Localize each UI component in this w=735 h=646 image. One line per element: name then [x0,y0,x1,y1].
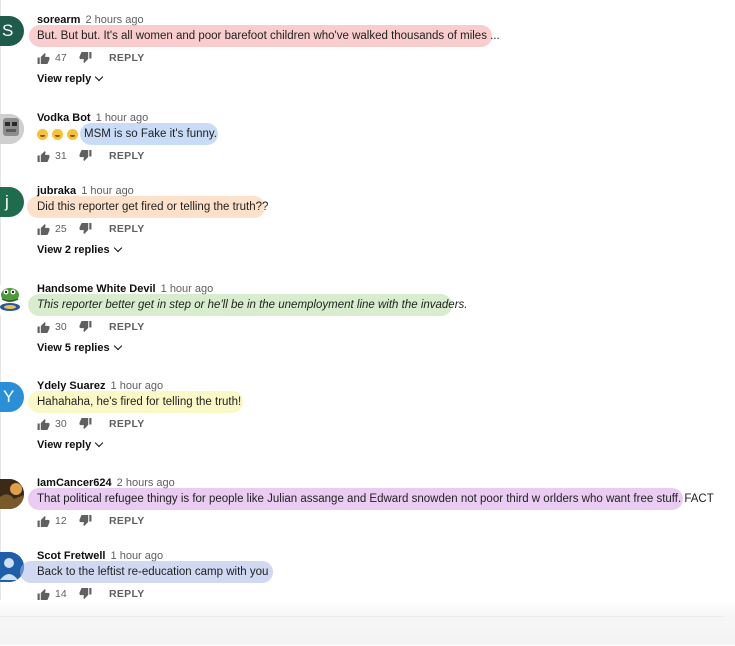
avatar[interactable] [0,114,24,144]
like-count: 30 [55,321,67,333]
laughing-emoji-icon [67,129,78,140]
thumbs-down-icon[interactable] [79,588,92,600]
comment-text: But. But but. It's all women and poor ba… [37,30,500,42]
divider [0,616,725,617]
like-count: 31 [55,150,67,162]
thumbs-up-icon[interactable] [37,418,50,430]
thumbs-down-icon[interactable] [79,418,92,430]
reply-button[interactable]: REPLY [109,320,145,334]
comment-item: j jubraka 1 hour ago Did this reporter g… [0,184,735,281]
frog-avatar-icon [0,288,20,311]
bottom-shade [0,600,735,645]
view-replies-label: View 2 replies [37,244,110,256]
view-replies-button[interactable]: View reply [37,72,104,86]
comment-item: Handsome White Devil 1 hour ago This rep… [0,282,735,379]
like-count: 47 [55,52,67,64]
chevron-down-icon [113,341,122,351]
comment-text: That political refugee thingy is for peo… [37,493,714,505]
comment-item: S sorearm 2 hours ago But. But but. It's… [0,13,735,110]
laughing-emoji-icon [37,129,48,140]
robot-avatar-icon [0,114,24,144]
avatar-letter: Y [3,387,15,406]
comment-text: Back to the leftist re-education camp wi… [37,566,269,578]
view-replies-button[interactable]: View reply [37,438,104,452]
chevron-down-icon [113,243,122,253]
reply-button[interactable]: REPLY [109,149,145,163]
comment-text: MSM is so Fake it's funny. [84,128,217,140]
view-replies-button[interactable]: View 5 replies [37,341,122,355]
avatar-letter: j [5,192,9,211]
photo-avatar-icon [0,479,24,509]
thumbs-down-icon[interactable] [79,150,92,162]
comment-text: Did this reporter get fired or telling t… [37,201,269,213]
comment-text: Hahahaha, he's fired for telling the tru… [37,396,242,408]
view-replies-label: View reply [37,73,92,85]
reply-button[interactable]: REPLY [109,222,145,236]
avatar[interactable]: Y [0,382,24,412]
avatar[interactable]: S [0,16,24,46]
avatar[interactable] [0,479,24,509]
like-count: 12 [55,515,67,527]
thumbs-down-icon[interactable] [79,515,92,527]
reply-button[interactable]: REPLY [109,417,145,431]
thumbs-up-icon[interactable] [37,223,50,235]
thumbs-up-icon[interactable] [37,150,50,162]
thumbs-down-icon[interactable] [79,52,92,64]
thumbs-up-icon[interactable] [37,515,50,527]
comment-text: This reporter better get in step or he'l… [37,299,468,311]
smiling-emoji-icon [52,129,63,140]
comment-author[interactable]: Vodka Bot [37,112,91,124]
chevron-down-icon [94,72,104,82]
avatar[interactable]: j [0,187,24,217]
thumbs-up-icon[interactable] [37,588,50,600]
like-count: 25 [55,223,67,235]
reply-button[interactable]: REPLY [109,587,145,601]
thumbs-down-icon[interactable] [79,223,92,235]
thumbs-up-icon[interactable] [37,321,50,333]
avatar[interactable] [0,285,24,315]
avatar-letter: S [2,21,14,40]
thumbs-up-icon[interactable] [37,52,50,64]
like-count: 30 [55,418,67,430]
reply-button[interactable]: REPLY [109,514,145,528]
reply-button[interactable]: REPLY [109,51,145,65]
comment-item: Y Ydely Suarez 1 hour ago Hahahaha, he's… [0,379,735,476]
thumbs-down-icon[interactable] [79,321,92,333]
chevron-down-icon [94,438,104,448]
like-count: 14 [55,588,67,600]
view-replies-button[interactable]: View 2 replies [37,243,122,257]
view-replies-label: View reply [37,439,92,451]
emoji-row [37,127,82,141]
view-replies-label: View 5 replies [37,342,110,354]
